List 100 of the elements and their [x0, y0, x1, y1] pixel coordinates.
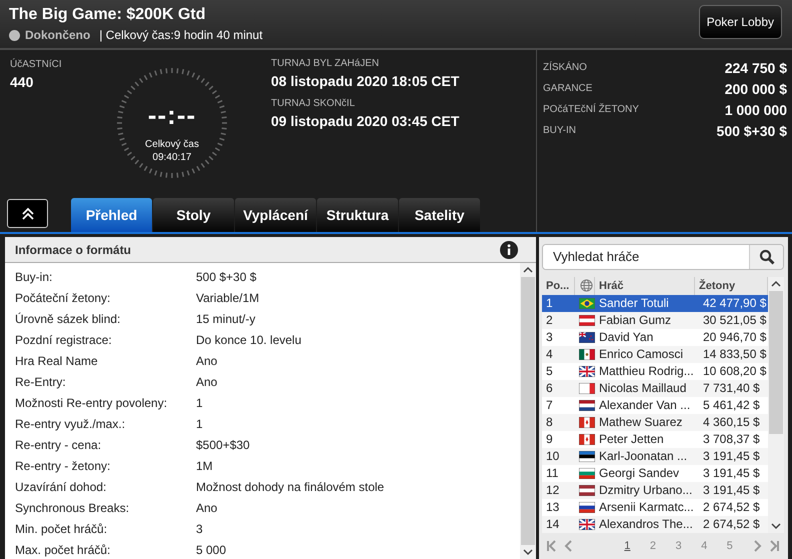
player-name-cell-text: Dzmitry Urbano...	[598, 483, 694, 498]
info-value: 1	[196, 416, 203, 430]
tab[interactable]: Struktura	[317, 198, 398, 232]
info-value: Do konce 10. levelu	[196, 332, 302, 346]
chips-cell-text: 42 477,90 $	[702, 296, 768, 310]
stat-label: BUY-IN	[543, 125, 576, 136]
search-icon	[758, 248, 774, 265]
info-value: Ano	[196, 374, 218, 388]
player-row[interactable]: 3 David Yan 20 946,70 $	[542, 328, 768, 346]
stat-value: 224 750 $	[724, 60, 787, 76]
info-value: $500+$30	[196, 438, 250, 452]
clock-display: --:--	[146, 100, 198, 131]
status-text: Dokončeno	[25, 28, 90, 42]
info-value: 1M	[196, 458, 213, 472]
player-row[interactable]: 8 Mathew Suarez 4 360,15 $	[542, 414, 768, 431]
player-row[interactable]: 4 Enrico Camosci 14 833,50 $	[542, 346, 768, 363]
info-label: Min. počet hráčů:	[15, 522, 108, 536]
chips-cell-text: 7 731,40 $	[702, 381, 761, 396]
chips-cell-text: 3 191,45 $	[702, 466, 761, 480]
player-row[interactable]: 7 Alexander Van ... 5 461,42 $	[542, 396, 768, 414]
player-name-cell-text: Alexander Van ...	[598, 398, 692, 412]
stat-label: POčáTEčNÍ ŽETONY	[543, 104, 639, 115]
next-page-icon	[752, 540, 762, 552]
clock-caption: Celkový čas	[145, 138, 199, 151]
info-label: Re-entry - žetony:	[15, 458, 112, 472]
tab[interactable]: Satelity	[399, 198, 480, 232]
info-value: 15 minut/-y	[196, 312, 256, 326]
chips-cell-text: 2 674,52 $	[702, 500, 761, 514]
player-row[interactable]: 9 Peter Jetten 3 708,37 $	[542, 430, 768, 448]
player-name-cell-text: Georgi Sandev	[598, 466, 680, 480]
info-value: 500 $+30 $	[196, 270, 256, 284]
position-cell-text: 5	[545, 364, 554, 378]
player-row[interactable]: 5 Matthieu Rodrig... 10 608,20 $	[542, 362, 768, 380]
player-name-cell-text: Sander Totuli	[598, 296, 670, 310]
info-label: Re-Entry:	[15, 374, 67, 388]
info-label: Synchronous Breaks:	[15, 500, 130, 514]
chips-cell-text: 3 191,45 $	[702, 449, 761, 464]
position-cell-text: 2	[545, 313, 554, 328]
chips-cell-text: 3 708,37 $	[702, 432, 761, 446]
player-name-cell-text: Alexandros The...	[598, 517, 694, 532]
scrollbar[interactable]	[520, 263, 536, 559]
player-name-cell-text: Enrico Camosci	[598, 347, 684, 362]
chips-cell-text: 14 833,50 $	[702, 347, 768, 362]
date-value: 08 listopadu 2020 18:05 CET	[271, 73, 460, 89]
clock-time: 09:40:17	[152, 151, 192, 164]
position-cell-text: 3	[545, 330, 554, 344]
globe-icon[interactable]	[580, 279, 593, 292]
info-icon[interactable]	[500, 240, 518, 258]
info-label: Počáteční žetony:	[15, 290, 112, 304]
position-cell-text: 7	[545, 398, 554, 412]
player-row[interactable]: 13 Arsenii Karmatc... 2 674,52 $	[542, 498, 768, 516]
stat-label: ZÍSKÁNO	[543, 62, 587, 73]
player-name-cell-text: Karl-Joonatan ...	[598, 449, 688, 464]
tab[interactable]: Přehled	[71, 198, 152, 232]
chips-cell-text: 30 521,05 $	[702, 313, 768, 328]
info-label: Hra Real Name	[15, 354, 99, 368]
player-row[interactable]: 14 Alexandros The... 2 674,52 $	[542, 516, 768, 533]
player-row[interactable]: 2 Fabian Gumz 30 521,05 $	[542, 312, 768, 329]
info-label: Max. počet hráčů:	[15, 542, 112, 556]
player-row[interactable]: 10 Karl-Joonatan ... 3 191,45 $	[542, 448, 768, 465]
double-chevron-icon	[20, 206, 34, 220]
participants-value: 440	[10, 74, 34, 90]
panel-title: Informace o formátu	[15, 242, 132, 256]
participants-label: ÚčASTNíCI	[10, 59, 63, 70]
info-label: Uzavírání dohod:	[15, 480, 108, 494]
position-cell-text: 11	[545, 466, 560, 480]
info-label: Re-entry - cena:	[15, 438, 102, 452]
stat-label: GARANCE	[543, 83, 592, 94]
info-label: Úrovně sázek blind:	[15, 312, 122, 326]
scrollbar[interactable]	[768, 276, 784, 533]
stat-value: 500 $+30 $	[716, 122, 787, 138]
last-page-icon	[770, 540, 780, 552]
info-value: Možnost dohody na finálovém stole	[196, 480, 384, 494]
tab[interactable]: Stoly	[153, 198, 234, 232]
stat-value: 1 000 000	[724, 102, 787, 118]
position-cell-text: 4	[545, 347, 554, 362]
info-label: Buy-in:	[15, 270, 54, 284]
tournament-title: The Big Game: $200K Gtd	[9, 5, 206, 25]
position-cell-text: 9	[545, 432, 554, 446]
scroll-thumb[interactable]	[521, 277, 535, 545]
player-name-cell-text: Matthieu Rodrig...	[598, 364, 695, 378]
search-button[interactable]	[749, 245, 783, 269]
date-label: TURNAJ BYL ZAHáJEN	[271, 58, 380, 69]
player-name-cell-text: Fabian Gumz	[598, 313, 672, 328]
player-row[interactable]: 11 Georgi Sandev 3 191,45 $	[542, 464, 768, 482]
poker-lobby-button[interactable]: Poker Lobby	[698, 5, 782, 39]
collapse-button[interactable]	[7, 199, 48, 228]
player-name-cell-text: David Yan	[598, 330, 654, 344]
tab[interactable]: Vyplácení	[235, 198, 316, 232]
search-field[interactable]: Vyhledat hráče	[542, 244, 784, 270]
player-row[interactable]: 1 Sander Totuli 42 477,90 $	[542, 294, 768, 312]
scroll-thumb[interactable]	[769, 290, 783, 434]
position-cell-text: 1	[545, 296, 554, 310]
stat-value: 200 000 $	[724, 80, 787, 96]
chips-cell-text: 20 946,70 $	[702, 330, 768, 344]
info-label: Re-entry využ./max.:	[15, 416, 126, 430]
player-row[interactable]: 6 Nicolas Maillaud 7 731,40 $	[542, 380, 768, 397]
player-row[interactable]: 12 Dzmitry Urbano... 3 191,45 $	[542, 482, 768, 499]
player-name-cell-text: Mathew Suarez	[598, 415, 684, 430]
page-link[interactable]: 1	[614, 540, 640, 552]
